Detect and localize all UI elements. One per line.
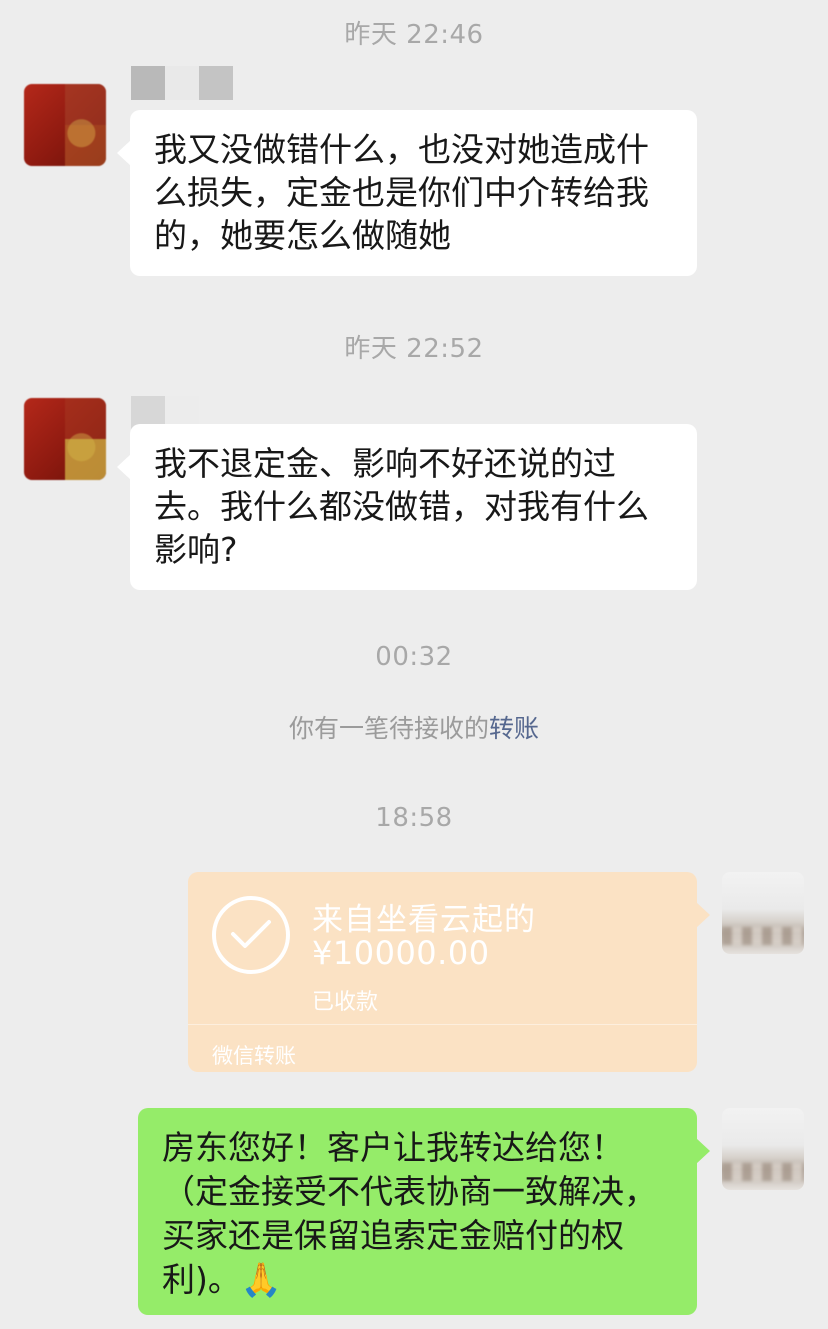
- timestamp: 昨天 22:46: [344, 20, 484, 50]
- timestamp: 18:58: [375, 803, 453, 833]
- contact-avatar[interactable]: [24, 84, 106, 166]
- message-bubble[interactable]: 我不退定金、影响不好还说的过 去。我什么都没做错，对我有什么 影响?: [117, 424, 697, 590]
- transfer-divider: [188, 1024, 697, 1025]
- message-bubble[interactable]: 我又没做错什么，也没对她造成什 么损失，定金也是你们中介转给我 的，她要怎么做随…: [117, 110, 697, 276]
- check-circle-icon: [212, 896, 290, 974]
- my-avatar[interactable]: [722, 872, 804, 954]
- timestamp: 00:32: [375, 642, 453, 672]
- my-avatar[interactable]: [722, 1108, 804, 1190]
- transfer-link[interactable]: 转账: [489, 714, 539, 743]
- message-bubble-sent[interactable]: 房东您好！客户让我转达给您！ （定金接受不代表协商一致解决， 买家还是保留追索定…: [138, 1108, 710, 1315]
- transfer-amount: ¥10000.00: [312, 934, 490, 972]
- contact-nickname-blurred: [131, 66, 233, 100]
- transfer-sender: 来自坐看云起的: [312, 902, 536, 938]
- pending-transfer-notice: 你有一笔待接收的转账: [0, 709, 828, 745]
- notice-text: 你有一笔待接收的: [288, 714, 489, 743]
- chat-screen: 昨天 22:46 我又没做错什么，也没对她造成什 么损失，定金也是你们中介转给我…: [0, 0, 828, 1329]
- transfer-footer-label: 微信转账: [212, 1044, 296, 1068]
- transfer-card[interactable]: 来自坐看云起的 ¥10000.00 已收款 微信转账: [188, 872, 710, 1072]
- timestamp: 昨天 22:52: [344, 334, 484, 364]
- transfer-status: 已收款: [312, 990, 379, 1015]
- contact-avatar[interactable]: [24, 398, 106, 480]
